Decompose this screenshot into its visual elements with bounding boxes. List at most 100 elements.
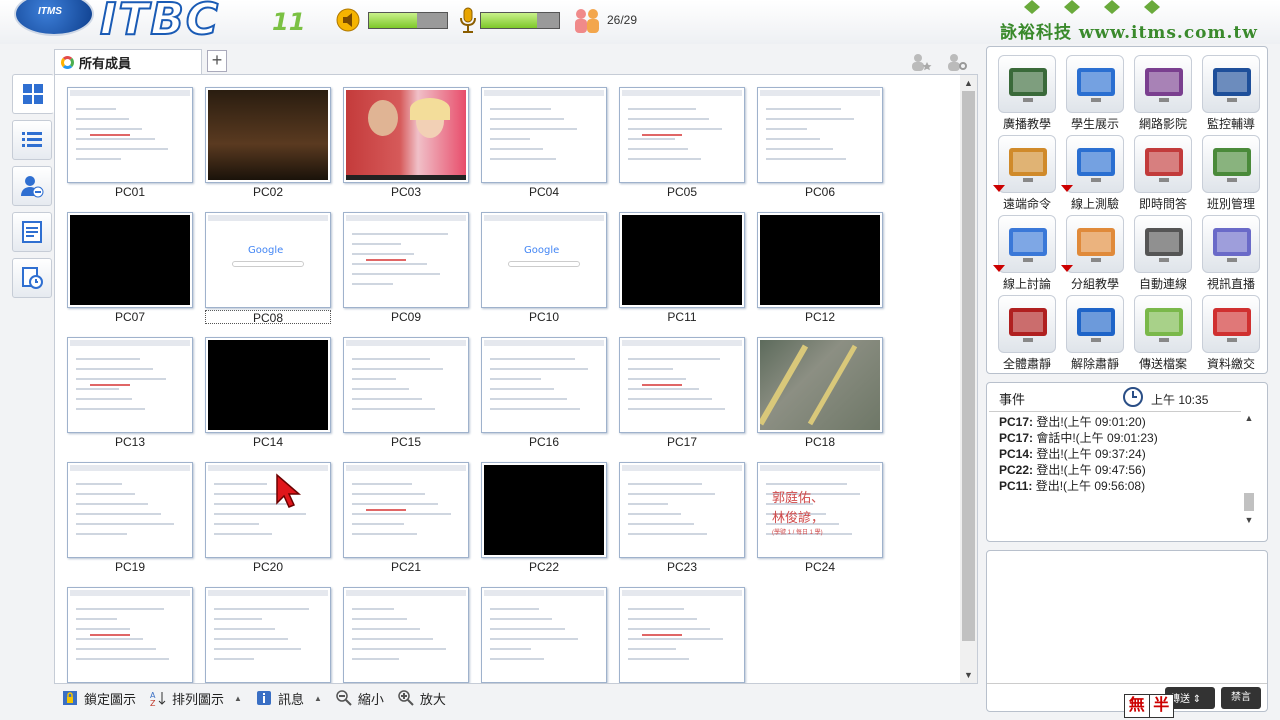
scroll-down-arrow-icon[interactable]: ▼ [960, 667, 977, 683]
pc-thumbnail[interactable]: PC21 [343, 462, 469, 574]
pc-thumbnail[interactable]: Google PC10 [481, 212, 607, 324]
pc-screen-preview[interactable] [205, 462, 331, 558]
function-button[interactable]: 線上測驗 [1061, 135, 1127, 213]
user-search-icon[interactable] [946, 52, 968, 72]
pc-thumbnail[interactable]: PC17 [619, 337, 745, 449]
speaker-icon[interactable] [336, 6, 360, 34]
microphone-volume-bar[interactable] [480, 12, 560, 29]
pc-thumbnail[interactable]: PC20 [205, 462, 331, 574]
ime-mode[interactable]: 無 [1125, 695, 1150, 717]
dropdown-triangle-icon[interactable] [1061, 185, 1073, 192]
speaker-volume-bar[interactable] [368, 12, 448, 29]
caret-up-icon[interactable]: ▲ [234, 694, 242, 703]
pc-screen-preview[interactable] [757, 337, 883, 433]
pc-screen-preview[interactable] [481, 587, 607, 683]
pc-screen-preview[interactable] [343, 337, 469, 433]
microphone-icon[interactable] [456, 6, 480, 34]
pc-thumbnail[interactable]: PC01 [67, 87, 193, 199]
pc-thumbnail[interactable]: PC15 [343, 337, 469, 449]
pc-thumbnail[interactable]: Google PC08 [205, 212, 331, 325]
list-view-button[interactable] [12, 120, 52, 160]
user-star-icon[interactable] [910, 52, 932, 72]
pc-thumbnail[interactable]: PC14 [205, 337, 331, 449]
pc-thumbnail[interactable] [619, 587, 745, 683]
pc-thumbnail[interactable] [67, 587, 193, 683]
pc-thumbnail[interactable]: PC05 [619, 87, 745, 199]
pc-thumbnail[interactable]: PC03 [343, 87, 469, 199]
pc-screen-preview[interactable] [619, 212, 745, 308]
pc-thumbnail[interactable] [205, 587, 331, 683]
function-button[interactable]: 班別管理 [1199, 135, 1263, 213]
pc-thumbnail[interactable]: PC23 [619, 462, 745, 574]
pc-screen-preview[interactable] [205, 87, 331, 183]
dropdown-triangle-icon[interactable] [993, 265, 1005, 272]
pc-screen-preview[interactable] [343, 462, 469, 558]
function-button[interactable]: 解除肅靜 [1063, 295, 1127, 373]
document-button[interactable] [12, 212, 52, 252]
add-tab-button[interactable]: + [207, 50, 227, 72]
pc-screen-preview[interactable]: Google [481, 212, 607, 308]
pc-screen-preview[interactable]: Google [205, 212, 331, 308]
tab-all-members[interactable]: 所有成員 [54, 49, 202, 74]
scroll-thumb[interactable] [962, 91, 975, 641]
grid-scrollbar[interactable]: ▲ ▼ [960, 75, 977, 683]
pc-thumbnail[interactable]: PC09 [343, 212, 469, 324]
pc-thumbnail[interactable] [481, 587, 607, 683]
pc-screen-preview[interactable] [205, 337, 331, 433]
pc-thumbnail[interactable]: PC04 [481, 87, 607, 199]
pc-thumbnail[interactable]: PC07 [67, 212, 193, 324]
caret-up-icon[interactable]: ▲ [314, 694, 322, 703]
pc-screen-preview[interactable] [619, 337, 745, 433]
pc-thumbnail[interactable]: PC02 [205, 87, 331, 199]
ime-indicator[interactable]: 無 半 [1124, 694, 1174, 718]
pc-screen-preview[interactable] [67, 87, 193, 183]
thumbnail-view-button[interactable] [12, 74, 54, 114]
function-button[interactable]: 線上討論 [993, 215, 1059, 293]
pc-thumbnail[interactable]: PC19 [67, 462, 193, 574]
function-button[interactable]: 遠端命令 [993, 135, 1059, 213]
info-button[interactable]: 訊息 ▲ [256, 689, 322, 708]
pc-screen-preview[interactable] [67, 337, 193, 433]
pc-thumbnail[interactable]: PC06 [757, 87, 883, 199]
pc-screen-preview[interactable] [67, 212, 193, 308]
pc-screen-preview[interactable] [619, 87, 745, 183]
function-button[interactable]: 即時問答 [1131, 135, 1195, 213]
function-button[interactable]: 全體肅靜 [995, 295, 1059, 373]
pc-screen-preview[interactable] [619, 462, 745, 558]
dropdown-triangle-icon[interactable] [993, 185, 1005, 192]
function-button[interactable]: 網路影院 [1131, 55, 1195, 133]
lock-icons-button[interactable]: 鎖定圖示 [62, 689, 136, 708]
zoom-in-button[interactable]: 放大 [398, 689, 446, 708]
function-button[interactable]: 分組教學 [1061, 215, 1127, 293]
function-button[interactable]: 監控輔導 [1199, 55, 1263, 133]
pc-thumbnail[interactable]: PC18 [757, 337, 883, 449]
pc-thumbnail[interactable]: PC16 [481, 337, 607, 449]
dropdown-triangle-icon[interactable] [1061, 265, 1073, 272]
scroll-down-arrow-icon[interactable]: ▼ [1241, 515, 1257, 529]
user-manage-button[interactable] [12, 166, 52, 206]
pc-screen-preview[interactable] [343, 87, 469, 183]
events-scrollbar[interactable]: ▲ ▼ [1241, 411, 1257, 531]
scroll-up-arrow-icon[interactable]: ▲ [1241, 413, 1257, 427]
arrange-icons-button[interactable]: AZ 排列圖示 ▲ [150, 689, 242, 708]
ime-width[interactable]: 半 [1150, 695, 1174, 717]
pc-thumbnail[interactable] [343, 587, 469, 683]
schedule-button[interactable] [12, 258, 52, 298]
function-button[interactable]: 傳送檔案 [1131, 295, 1195, 373]
pc-screen-preview[interactable] [619, 587, 745, 683]
pc-screen-preview[interactable] [67, 462, 193, 558]
pc-screen-preview[interactable] [757, 87, 883, 183]
pc-thumbnail[interactable]: PC11 [619, 212, 745, 324]
pc-screen-preview[interactable] [757, 212, 883, 308]
function-button[interactable]: 廣播教學 [995, 55, 1059, 133]
pc-screen-preview[interactable] [481, 462, 607, 558]
pc-thumbnail[interactable]: PC13 [67, 337, 193, 449]
pc-screen-preview[interactable] [205, 587, 331, 683]
mute-chat-button[interactable]: 禁言 [1221, 687, 1261, 709]
zoom-out-button[interactable]: 縮小 [336, 689, 384, 708]
function-button[interactable]: 資料繳交 [1199, 295, 1263, 373]
pc-screen-preview[interactable]: 郭庭佑、 林俊諺， (學號 1 / 每日 1 學) [757, 462, 883, 558]
pc-screen-preview[interactable] [67, 587, 193, 683]
pc-thumbnail[interactable]: PC22 [481, 462, 607, 574]
pc-thumbnail[interactable]: PC12 [757, 212, 883, 324]
